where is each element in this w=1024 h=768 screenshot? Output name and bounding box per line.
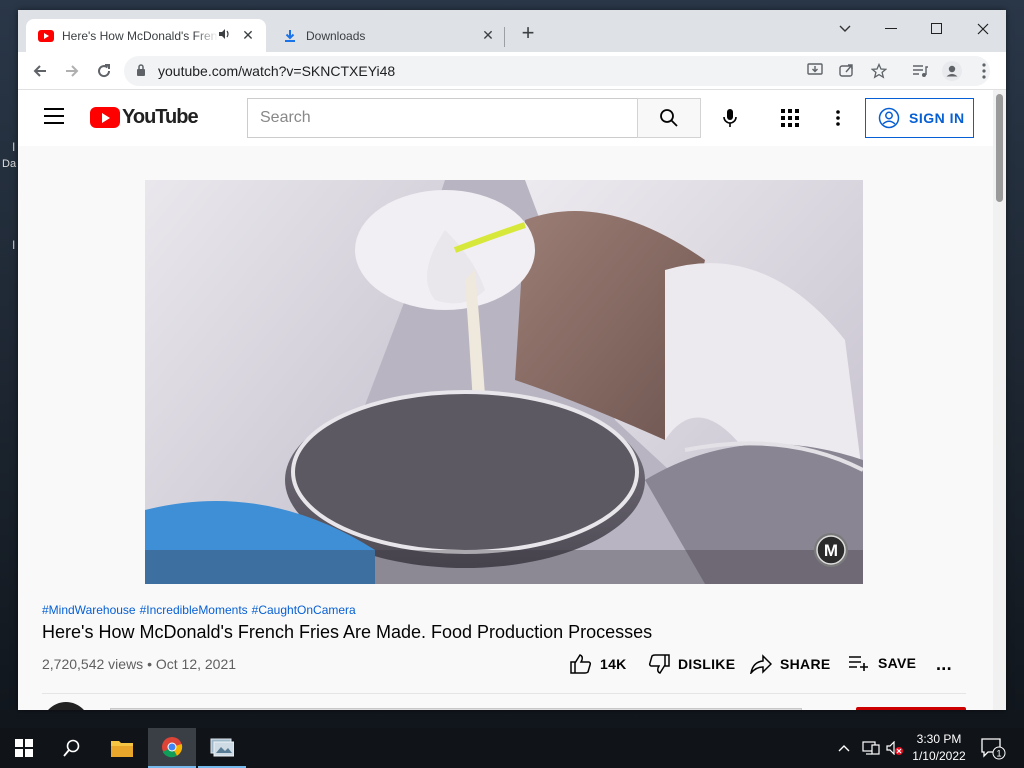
- notification-center-icon[interactable]: 1: [980, 736, 1006, 760]
- tab-strip: Here's How McDonald's French Fries Are M…: [18, 10, 1006, 52]
- app-taskbar-icon[interactable]: [198, 728, 246, 768]
- section-divider: [42, 693, 966, 694]
- hashtag-link[interactable]: #IncredibleMoments: [140, 603, 248, 617]
- tab-downloads[interactable]: Downloads ✕: [270, 19, 506, 52]
- taskbar-clock[interactable]: 3:30 PM 1/10/2022: [906, 731, 972, 765]
- dislike-button[interactable]: DISLIKE: [648, 654, 735, 674]
- address-bar[interactable]: youtube.com/watch?v=SKNCTXEYi48: [124, 56, 990, 86]
- meta-separator: •: [147, 656, 152, 672]
- tab-title: Here's How McDonald's French Fries Are M…: [62, 28, 218, 43]
- desktop-icon-fragment: I: [12, 140, 16, 154]
- clock-date: 1/10/2022: [912, 749, 966, 763]
- view-count: 2,720,542 views: [42, 656, 144, 672]
- playlist-add-icon: [848, 654, 870, 672]
- like-count: 14K: [600, 656, 627, 672]
- share-icon[interactable]: [838, 63, 856, 79]
- reload-icon[interactable]: [90, 58, 118, 84]
- save-label: SAVE: [878, 655, 917, 671]
- tab-search-chevron-icon[interactable]: [822, 14, 868, 44]
- profile-avatar-icon[interactable]: [938, 58, 966, 84]
- back-arrow-icon[interactable]: [26, 58, 54, 84]
- bookmark-star-icon[interactable]: [870, 62, 888, 79]
- download-icon: [282, 28, 298, 44]
- browser-window: Here's How McDonald's French Fries Are M…: [18, 10, 1006, 710]
- new-tab-button[interactable]: +: [516, 22, 540, 46]
- microphone-icon: [723, 109, 737, 127]
- settings-more-icon[interactable]: [822, 102, 854, 134]
- upload-date: Oct 12, 2021: [155, 656, 237, 672]
- lock-icon[interactable]: [136, 63, 150, 79]
- thumbs-down-icon: [648, 654, 670, 674]
- network-icon[interactable]: [862, 728, 880, 768]
- channel-avatar[interactable]: [42, 702, 90, 710]
- voice-search-button[interactable]: [714, 102, 746, 134]
- windows-taskbar: 3:30 PM 1/10/2022 1: [0, 728, 1024, 768]
- video-title: Here's How McDonald's French Fries Are M…: [42, 622, 653, 642]
- forward-arrow-icon[interactable]: [58, 58, 86, 84]
- vertical-scrollbar[interactable]: [993, 90, 1006, 710]
- file-explorer-icon[interactable]: [98, 728, 146, 768]
- close-tab-icon[interactable]: ✕: [480, 27, 496, 44]
- watermark-letter: M: [824, 541, 838, 560]
- hashtag-link[interactable]: #MindWarehouse: [42, 603, 136, 617]
- youtube-favicon-icon: [38, 28, 54, 44]
- share-label: SHARE: [780, 656, 831, 672]
- thumbs-up-icon: [570, 654, 592, 674]
- horizontal-scrollbar[interactable]: [110, 708, 802, 710]
- apps-grid-icon[interactable]: [774, 102, 806, 134]
- volume-muted-icon[interactable]: [886, 728, 904, 768]
- media-controls-icon[interactable]: [906, 58, 934, 84]
- close-tab-icon[interactable]: ✕: [240, 27, 256, 44]
- start-windows-icon[interactable]: [0, 728, 48, 768]
- hamburger-menu-icon[interactable]: [44, 108, 64, 126]
- minimize-button[interactable]: [868, 14, 914, 44]
- desktop-icon-label-fragment: Da: [2, 158, 17, 170]
- youtube-logo[interactable]: YouTube: [90, 106, 199, 129]
- maximize-button[interactable]: [914, 14, 960, 44]
- like-button[interactable]: 14K: [570, 654, 627, 674]
- show-hidden-icons-chevron-icon[interactable]: [838, 728, 850, 768]
- tab-separator: [504, 27, 505, 47]
- video-meta: 2,720,542 views • Oct 12, 2021: [42, 656, 236, 672]
- account-circle-icon: [878, 107, 900, 129]
- channel-watermark-icon[interactable]: M: [813, 532, 849, 568]
- youtube-wordmark: YouTube: [122, 106, 199, 128]
- search-button[interactable]: [637, 98, 701, 138]
- taskbar-search-icon[interactable]: [48, 728, 96, 768]
- youtube-header: YouTube Search SIGN IN: [18, 90, 993, 146]
- browser-menu-icon[interactable]: [970, 58, 998, 84]
- video-frame: [145, 180, 863, 584]
- video-player[interactable]: M: [145, 180, 863, 584]
- more-actions-button[interactable]: ...: [936, 654, 952, 675]
- hashtag-link[interactable]: #CaughtOnCamera: [252, 603, 356, 617]
- url-text[interactable]: youtube.com/watch?v=SKNCTXEYi48: [158, 63, 990, 79]
- browser-toolbar: youtube.com/watch?v=SKNCTXEYi48: [18, 52, 1006, 90]
- youtube-play-icon: [90, 107, 120, 128]
- notification-count: 1: [996, 749, 1001, 759]
- youtube-page: YouTube Search SIGN IN M #MindWarehouse …: [18, 90, 1006, 710]
- dislike-label: DISLIKE: [678, 656, 736, 672]
- scrollbar-thumb[interactable]: [996, 94, 1003, 202]
- search-icon: [660, 109, 678, 127]
- save-button[interactable]: SAVE: [848, 654, 916, 672]
- tab-youtube[interactable]: Here's How McDonald's French Fries Are M…: [26, 19, 266, 52]
- audio-playing-icon[interactable]: [218, 28, 234, 43]
- subscribe-button[interactable]: [856, 707, 966, 710]
- share-arrow-icon: [750, 654, 772, 674]
- install-app-icon[interactable]: [806, 63, 824, 79]
- desktop-icon-fragment-2: I: [12, 238, 16, 252]
- clock-time: 3:30 PM: [916, 732, 962, 746]
- tab-title: Downloads: [306, 28, 366, 43]
- hashtag-list: #MindWarehouse #IncredibleMoments #CaughtO…: [42, 603, 360, 617]
- chrome-taskbar-icon[interactable]: [148, 728, 196, 768]
- share-button[interactable]: SHARE: [750, 654, 831, 674]
- search-input[interactable]: Search: [247, 98, 639, 138]
- close-window-button[interactable]: [960, 14, 1006, 44]
- sign-in-label: SIGN IN: [909, 110, 965, 126]
- sign-in-button[interactable]: SIGN IN: [865, 98, 974, 138]
